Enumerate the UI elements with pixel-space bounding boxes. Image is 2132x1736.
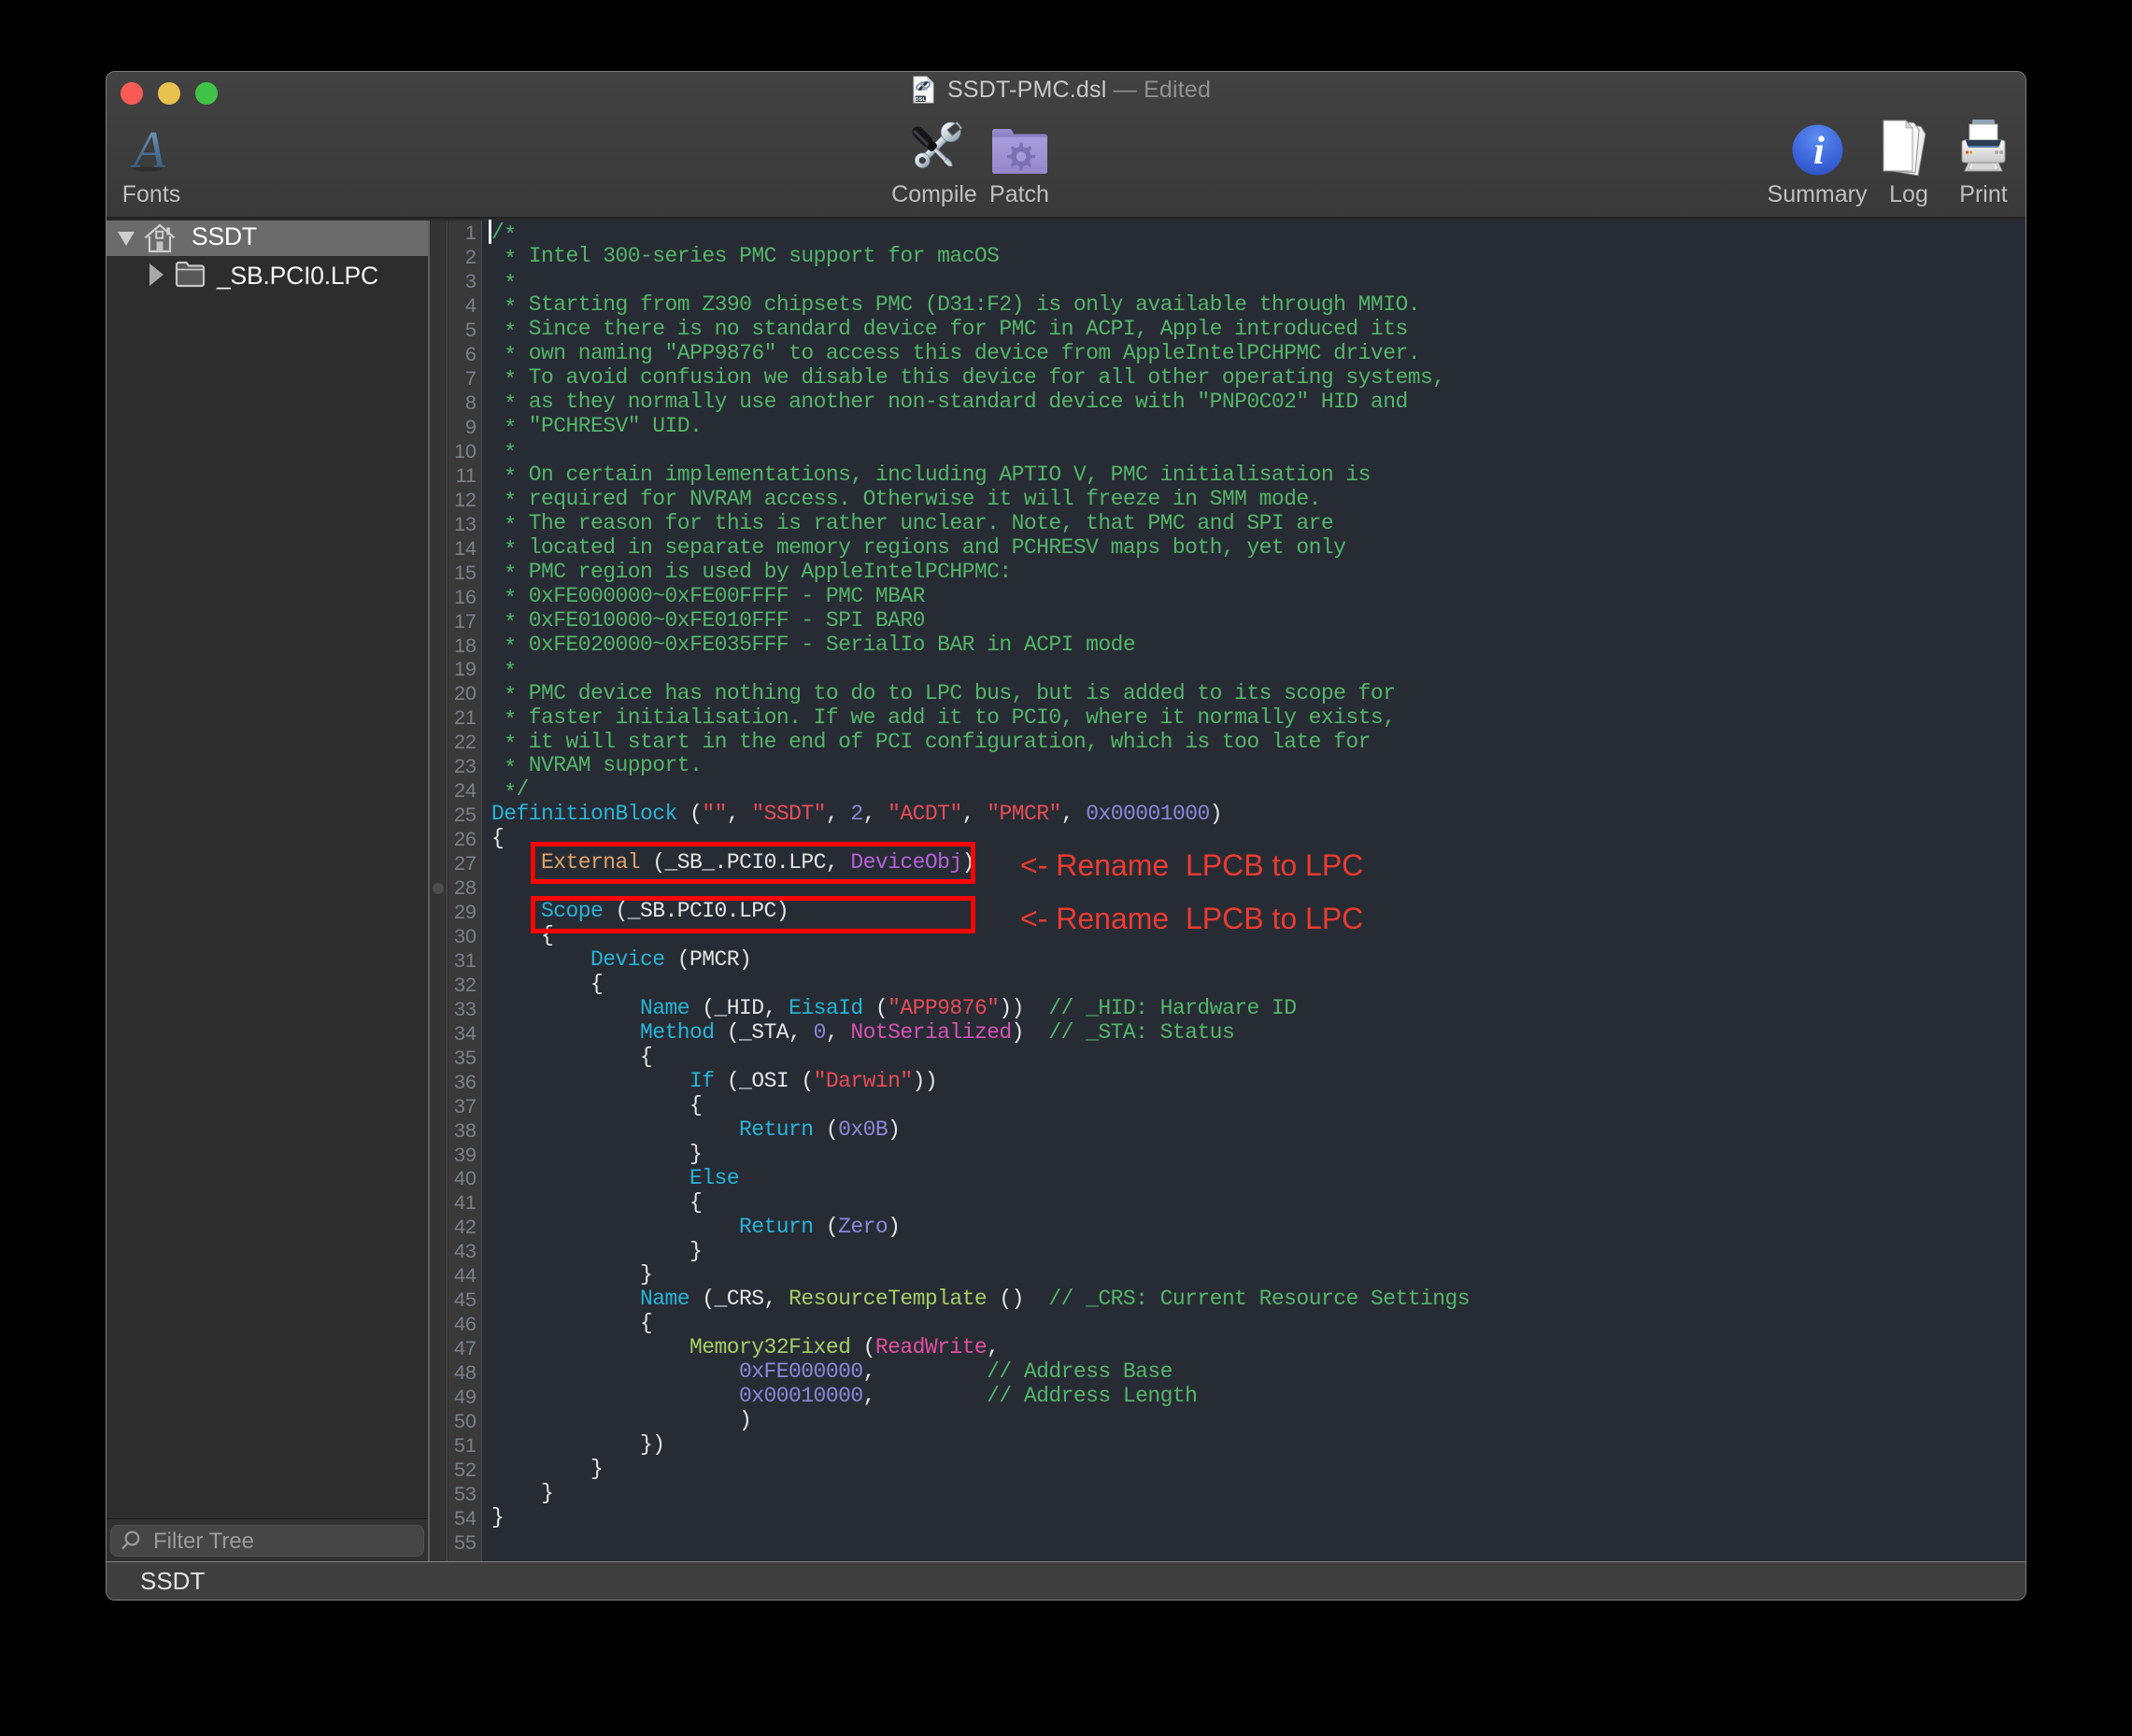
svg-text:A: A [130, 121, 166, 175]
svg-text:DSL: DSL [915, 97, 926, 103]
svg-text:i: i [1813, 130, 1825, 173]
